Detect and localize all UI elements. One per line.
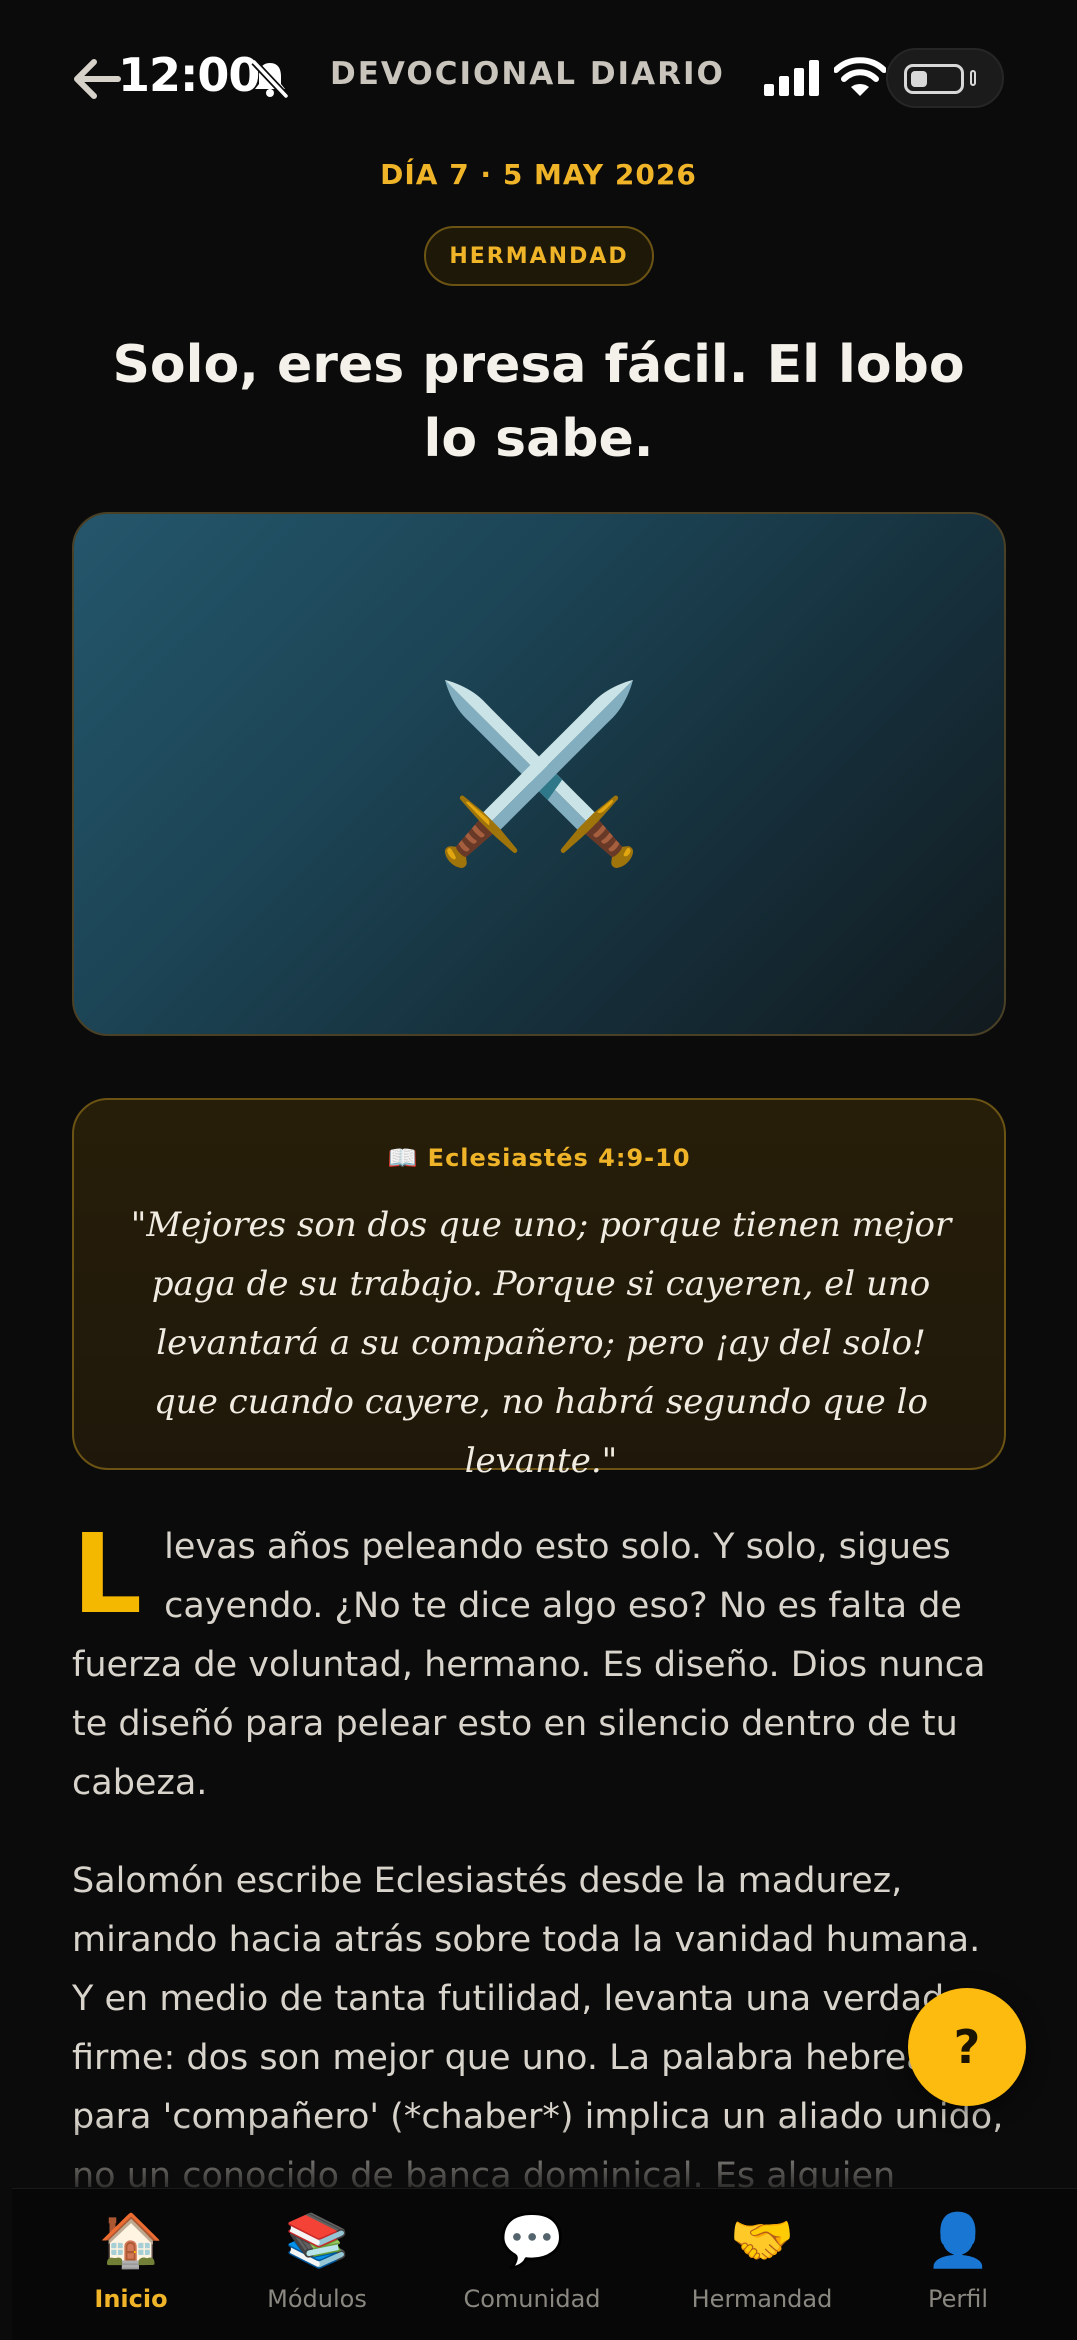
scripture-text: "Mejores son dos que uno; porque tienen … (130, 1205, 952, 1481)
wifi-icon (834, 57, 886, 96)
muted-bell-icon (251, 59, 289, 99)
cellular-signal-icon (764, 60, 819, 96)
nav-label-perfil: Perfil (927, 2285, 989, 2313)
handshake-icon: 🤝 (729, 2211, 795, 2271)
page-header-title: DEVOCIONAL DIARIO (330, 56, 725, 92)
nav-label-inicio: Inicio (94, 2285, 168, 2313)
crossed-swords-icon: ⚔️ (433, 675, 645, 873)
status-time: 12:00 (118, 48, 260, 102)
devotional-date: DÍA 7 · 5 MAY 2026 (380, 158, 697, 191)
battery-cap (970, 70, 976, 86)
nav-label-modulos: Módulos (267, 2285, 367, 2313)
scripture-card: 📖 Eclesiastés 4:9-10 "Mejores son dos qu… (72, 1098, 1006, 1481)
devotional-title: Solo, eres presa fácil. El lobo lo sabe. (112, 335, 965, 469)
body-paragraph-1-text: levas años peleando esto solo. Y solo, s… (72, 1527, 986, 1803)
chat-bubble-icon: 💬 (499, 2211, 565, 2271)
nav-label-hermandad: Hermandad (691, 2285, 833, 2313)
category-badge: HERMANDAD (424, 226, 654, 286)
help-button[interactable]: ? (908, 1988, 1026, 2106)
profile-icon: 👤 (925, 2211, 991, 2271)
scroll-fade (0, 2120, 1077, 2190)
drop-cap: L (72, 1510, 143, 1638)
nav-label-comunidad: Comunidad (463, 2285, 601, 2313)
bottom-nav: 🏠 Inicio 📚 Módulos 💬 Comunidad 🤝 Hermand… (12, 2188, 1077, 2340)
body-paragraph-1: L levas años peleando esto solo. Y solo,… (72, 1518, 1006, 1813)
nav-item-comunidad[interactable]: 💬 Comunidad (432, 2189, 632, 2340)
scripture-reference: 📖 Eclesiastés 4:9-10 (387, 1144, 691, 1172)
battery-knob (904, 64, 964, 94)
nav-item-perfil[interactable]: 👤 Perfil (888, 2189, 1028, 2340)
hero-card: ⚔️ (72, 512, 1006, 1036)
battery-toggle-icon[interactable] (886, 48, 1004, 108)
back-arrow-icon[interactable] (72, 58, 122, 100)
nav-item-modulos[interactable]: 📚 Módulos (234, 2189, 400, 2340)
nav-item-hermandad[interactable]: 🤝 Hermandad (662, 2189, 862, 2340)
home-icon: 🏠 (98, 2211, 164, 2271)
books-icon: 📚 (284, 2211, 350, 2271)
top-bar: 12:00 DEVOCIONAL DIARIO (0, 0, 1077, 150)
nav-item-inicio[interactable]: 🏠 Inicio (56, 2189, 206, 2340)
devotional-screen: 12:00 DEVOCIONAL DIARIO DÍA 7 · 5 MAY 20… (0, 0, 1077, 2340)
